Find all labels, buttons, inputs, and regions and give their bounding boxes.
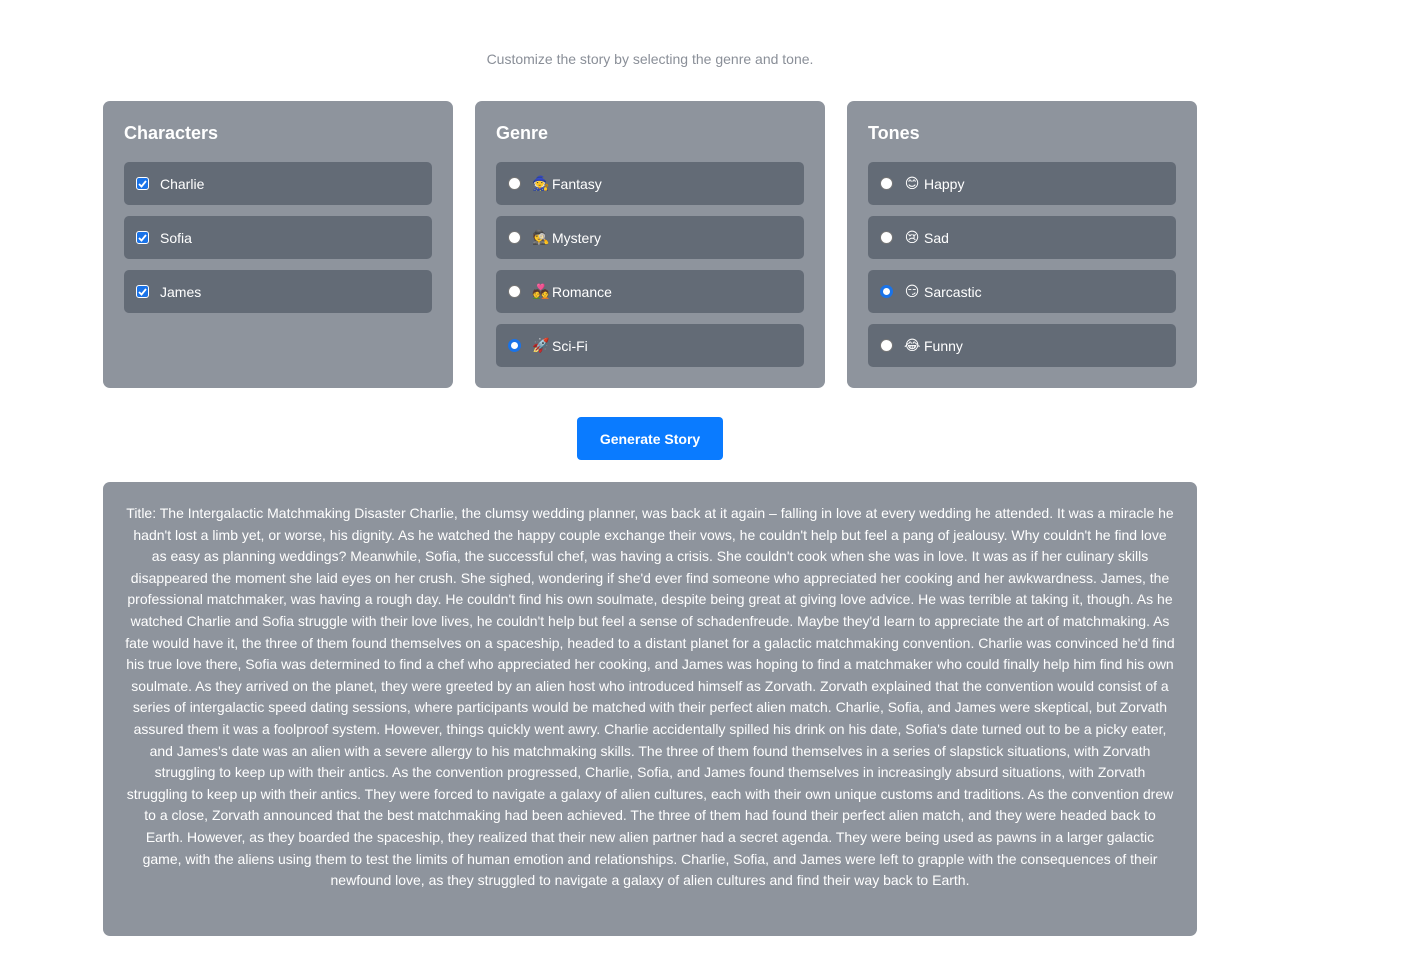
radio-button-selected[interactable] [880, 285, 893, 298]
character-option-sofia[interactable]: Sofia [124, 216, 432, 259]
character-label: James [160, 283, 202, 300]
character-option-james[interactable]: James [124, 270, 432, 313]
detective-icon: 🕵 [532, 229, 550, 246]
tone-option-sad[interactable]: 😢 Sad [868, 216, 1176, 259]
characters-title: Characters [124, 123, 219, 143]
smirking-face-icon: 😏 [904, 283, 920, 300]
genre-label: Mystery [552, 229, 601, 246]
radio-button[interactable] [508, 231, 521, 244]
couple-icon: 💑 [532, 283, 550, 300]
genre-label: Fantasy [552, 175, 602, 192]
laughing-face-icon: 😂 [904, 337, 921, 354]
character-label: Charlie [160, 175, 205, 192]
radio-button[interactable] [880, 177, 893, 190]
story-output: Title: The Intergalactic Matchmaking Dis… [103, 482, 1197, 936]
tone-option-happy[interactable]: 😊 Happy [868, 162, 1176, 205]
radio-button[interactable] [508, 177, 521, 190]
characters-panel: Characters Charlie Sofia James [103, 101, 453, 388]
genre-panel: Genre 🧙 Fantasy 🕵 Mystery 💑 Romance 🚀 Sc… [475, 101, 825, 388]
rocket-icon: 🚀 [532, 337, 550, 354]
options-panels: Characters Charlie Sofia James Genre 🧙 F… [103, 101, 1197, 388]
genre-option-romance[interactable]: 💑 Romance [496, 270, 804, 313]
genre-option-scifi[interactable]: 🚀 Sci-Fi [496, 324, 804, 367]
radio-button[interactable] [880, 339, 893, 352]
tone-option-funny[interactable]: 😂 Funny [868, 324, 1176, 367]
radio-button-selected[interactable] [508, 339, 521, 352]
genre-label: Romance [552, 283, 612, 300]
genre-option-mystery[interactable]: 🕵 Mystery [496, 216, 804, 259]
wizard-icon: 🧙 [532, 175, 550, 192]
genre-option-fantasy[interactable]: 🧙 Fantasy [496, 162, 804, 205]
checkbox-checked[interactable] [136, 177, 149, 190]
crying-face-icon: 😢 [904, 229, 920, 246]
radio-button[interactable] [508, 285, 521, 298]
generate-story-button[interactable]: Generate Story [577, 417, 723, 460]
tone-label: Funny [924, 337, 963, 354]
tone-option-sarcastic[interactable]: 😏 Sarcastic [868, 270, 1176, 313]
genre-title: Genre [496, 123, 549, 143]
page-subtitle: Customize the story by selecting the gen… [486, 51, 814, 67]
character-label: Sofia [160, 229, 192, 246]
character-option-charlie[interactable]: Charlie [124, 162, 432, 205]
tones-title: Tones [868, 123, 920, 143]
tone-label: Sad [924, 229, 949, 246]
smiling-face-icon: 😊 [904, 175, 920, 192]
tone-label: Sarcastic [924, 283, 982, 300]
checkbox-checked[interactable] [136, 285, 149, 298]
story-generator-page: Customize the story by selecting the gen… [0, 0, 1404, 956]
radio-button[interactable] [880, 231, 893, 244]
tones-panel: Tones 😊 Happy 😢 Sad 😏 Sarcastic 😂 Funny [847, 101, 1197, 388]
tone-label: Happy [924, 175, 965, 192]
checkbox-checked[interactable] [136, 231, 149, 244]
genre-label: Sci-Fi [552, 337, 588, 354]
